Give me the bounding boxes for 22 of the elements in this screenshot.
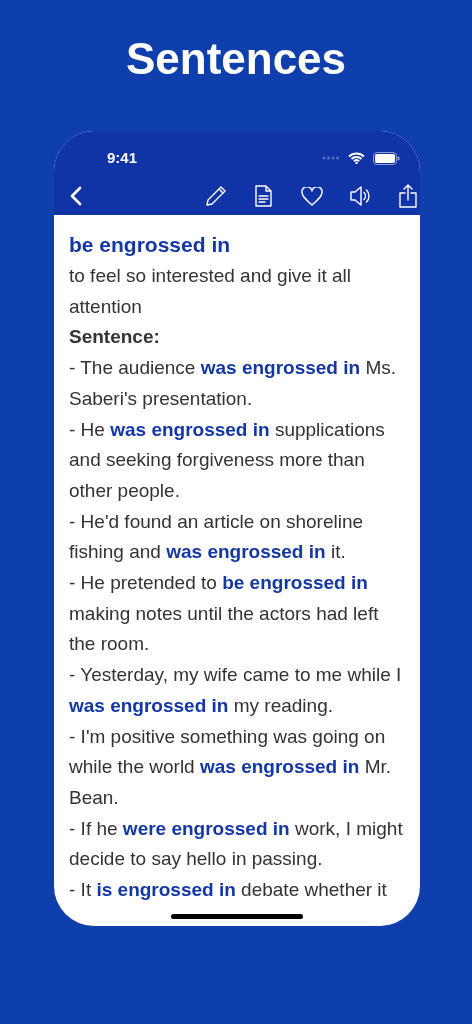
- definition-text: to feel so interested and give it all attention: [69, 264, 352, 319]
- pencil-button[interactable]: [205, 185, 227, 207]
- speaker-button[interactable]: [350, 186, 371, 206]
- signal-icon: [322, 156, 340, 160]
- back-button[interactable]: [70, 186, 82, 206]
- share-button[interactable]: [399, 184, 417, 208]
- example-sentence: - He pretended to be engrossed in making notes until the actors had left the room.: [69, 571, 380, 657]
- example-sentence: - Yesterday, my wife came to me while I was engrossed in my reading.: [69, 663, 403, 718]
- example-sentence: - If he were engrossed in work, I might decide to say hello in passing.: [69, 816, 404, 872]
- status-time: 9:41: [107, 147, 138, 168]
- page-title: Sentences: [124, 33, 348, 85]
- battery-icon: [373, 151, 400, 165]
- document-button[interactable]: [255, 185, 272, 207]
- example-sentence: - He was engrossed in supplications and seeking forgiveness more than other people.: [69, 417, 386, 503]
- wifi-icon: [348, 152, 365, 164]
- heart-button[interactable]: [301, 186, 323, 206]
- section-label: Sentence:: [69, 325, 161, 350]
- entry-term: be engrossed in: [69, 232, 232, 258]
- example-sentence: - The audience was engrossed in Ms. Saberi's presentation.: [69, 356, 398, 411]
- example-sentence: - It is engrossed in debate whether it: [69, 878, 388, 903]
- example-sentence: - He'd found an article on shoreline fishing and was engrossed in it.: [69, 509, 365, 565]
- example-sentence: - I'm positive something was going on while the world was engrossed in Mr. Bean.: [69, 724, 393, 810]
